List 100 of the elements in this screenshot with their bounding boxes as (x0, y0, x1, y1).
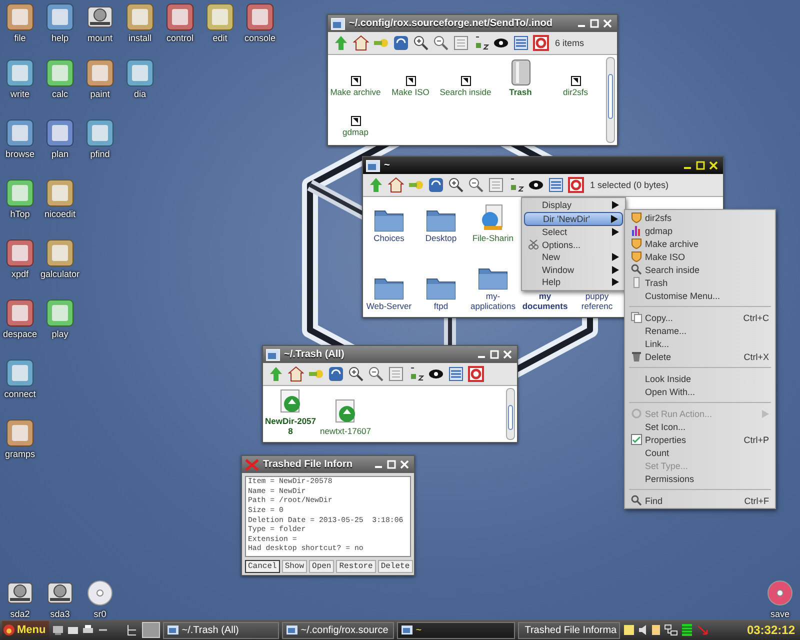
menu-item[interactable]: Copy... Ctrl+C (627, 311, 773, 324)
item-name[interactable]: File-Sharin (472, 234, 514, 244)
desktop-icon-label[interactable]: xpdf (11, 269, 28, 279)
desktop-icon-label[interactable]: galculator (40, 269, 80, 279)
zoom-out-icon[interactable] (368, 366, 384, 382)
scrollbar[interactable] (606, 57, 615, 143)
taskbar-button[interactable]: ~ (396, 622, 515, 638)
scrollbar-thumb[interactable] (508, 405, 513, 430)
lifebuoy-icon[interactable] (533, 35, 549, 51)
maximize-icon[interactable] (696, 161, 705, 170)
menu-item[interactable]: gdmap (627, 224, 773, 237)
menu-item[interactable]: New (524, 251, 623, 264)
taskbar-button[interactable]: Trashed File Informa (518, 622, 620, 638)
item-name[interactable]: dir2sfs (562, 88, 588, 98)
menu-item[interactable]: Options... (524, 238, 623, 251)
desktop-icon-label[interactable]: sda2 (10, 609, 30, 619)
zoom-in-icon[interactable] (413, 35, 429, 51)
arrow-icon[interactable] (696, 624, 710, 636)
desktop-icon-label[interactable]: help (51, 33, 68, 43)
drive-icon[interactable] (66, 624, 79, 636)
desktop-icon-label[interactable]: edit (212, 33, 228, 43)
desktop-icon-label[interactable]: plan (51, 149, 68, 159)
desktop-icon-label[interactable]: file (14, 33, 26, 43)
clipboard-icon[interactable] (650, 624, 661, 636)
zoom-out-icon[interactable] (433, 35, 449, 51)
printer-icon[interactable] (82, 624, 94, 636)
menu-item[interactable]: Link... (627, 337, 773, 350)
item-name[interactable]: newtxt-17607 (320, 426, 372, 437)
battery-icon[interactable] (680, 623, 693, 637)
zoom-in-icon[interactable] (348, 366, 364, 382)
dialog-button[interactable]: Show (282, 560, 308, 573)
menu-item[interactable]: Count (627, 446, 773, 459)
dialog-button[interactable]: Delete (378, 560, 413, 573)
menu-item[interactable]: Search inside (627, 263, 773, 276)
menu-item[interactable]: Properties Ctrl+P (627, 433, 773, 446)
menu-item[interactable]: Set Icon... (627, 420, 773, 433)
sort-icon[interactable] (473, 35, 489, 51)
menu-item[interactable]: Dir 'NewDir' (524, 212, 623, 226)
sort-icon[interactable] (408, 366, 424, 382)
sort-icon[interactable] (508, 177, 524, 193)
item-name[interactable]: Search inside (440, 88, 492, 98)
title-bar[interactable]: ~ (363, 157, 723, 174)
desktop-icon-label[interactable]: nicoedit (44, 209, 76, 219)
item-name[interactable]: Web-Server (366, 302, 412, 312)
desktop-icon-label[interactable]: control (166, 33, 194, 43)
menu-item[interactable]: dir2sfs (627, 211, 773, 224)
title-bar[interactable]: ~/.config/rox.sourceforge.net/SendTo/.inod (328, 15, 617, 32)
item-name[interactable]: puppy referenc (571, 292, 623, 312)
item-name[interactable]: Make ISO (392, 88, 430, 98)
menu-button[interactable]: Menu (2, 621, 49, 639)
refresh-icon[interactable] (428, 177, 444, 193)
dialog-button[interactable]: Restore (336, 560, 376, 573)
desktop-icon-label[interactable]: calc (52, 89, 68, 99)
desktop-icon-label[interactable]: install (128, 33, 152, 43)
desktop-icon-label[interactable]: despace (2, 329, 38, 339)
zoom-in-icon[interactable] (448, 177, 464, 193)
item-name[interactable]: my-applications (467, 292, 519, 312)
lifebuoy-icon[interactable] (468, 366, 484, 382)
menu-item[interactable]: Look Inside (627, 372, 773, 385)
menu-item[interactable]: Help (524, 276, 623, 288)
desktop-icon-label[interactable]: browse (5, 149, 34, 159)
item-name[interactable]: Desktop (425, 234, 457, 244)
menu-item[interactable]: Find Ctrl+F (627, 494, 773, 507)
desktop-icon-label[interactable]: gramps (4, 449, 35, 459)
menu-item[interactable]: Select (524, 226, 623, 238)
item-name[interactable]: gdmap (342, 128, 368, 138)
scrollbar[interactable] (506, 388, 515, 440)
note-icon[interactable] (622, 624, 635, 636)
details-icon[interactable] (448, 366, 464, 382)
desktop-icon-label[interactable]: sr0 (94, 609, 106, 619)
desktop-icon-label[interactable]: console (244, 33, 276, 43)
menu-item[interactable]: Make archive (627, 237, 773, 250)
desktop-icon-label[interactable]: mount (87, 33, 112, 43)
desktop-icon-label[interactable]: write (10, 89, 30, 99)
details-icon[interactable] (513, 35, 529, 51)
title-bar[interactable]: Trashed File Inforn (242, 456, 414, 473)
zoom-out-icon[interactable] (468, 177, 484, 193)
desktop-icon-label[interactable]: sda3 (50, 609, 70, 619)
title-bar[interactable]: ~/.Trash (All) (263, 346, 517, 363)
taskbar-button[interactable]: ~/.config/rox.source (282, 622, 394, 638)
menu-item[interactable]: Customise Menu... (627, 289, 773, 302)
home-icon[interactable] (288, 366, 304, 382)
details-icon[interactable] (548, 177, 564, 193)
desktop-icon-label[interactable]: save (770, 609, 790, 619)
scrollbar-thumb[interactable] (608, 74, 613, 120)
speaker-icon[interactable] (638, 624, 648, 636)
lifebuoy-icon[interactable] (568, 177, 584, 193)
desktop-pager[interactable] (142, 622, 160, 638)
computer-icon[interactable] (52, 624, 64, 636)
menu-item[interactable]: Permissions (627, 472, 773, 485)
close-icon[interactable] (709, 161, 718, 170)
item-name[interactable]: Trash (509, 88, 532, 98)
menu-item[interactable]: Make ISO (627, 250, 773, 263)
home-icon[interactable] (353, 35, 369, 51)
item-name[interactable]: ftpd (434, 302, 448, 312)
menu-item[interactable]: Open With... (627, 385, 773, 398)
menu-item[interactable]: Window (524, 264, 623, 276)
dialog-button[interactable]: Open (309, 560, 334, 573)
menu-item[interactable]: Trash (627, 276, 773, 289)
home-icon[interactable] (388, 177, 404, 193)
